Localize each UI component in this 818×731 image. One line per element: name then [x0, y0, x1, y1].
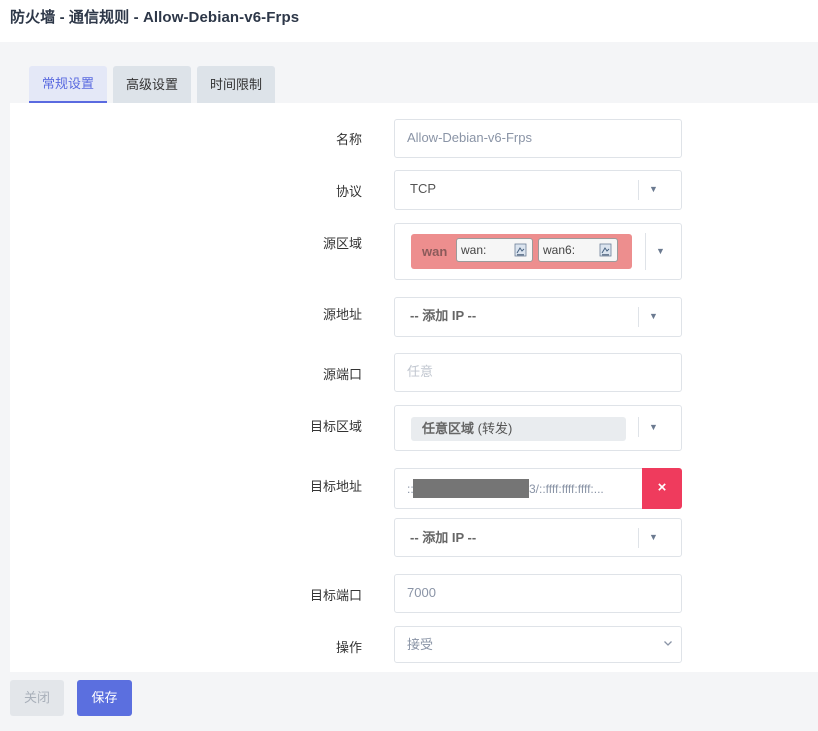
name-input-value: Allow-Debian-v6-Frps: [407, 130, 532, 145]
name-label: 名称: [335, 132, 362, 147]
dest-zone-label: 目标区域: [309, 419, 362, 434]
dest-zone-select[interactable]: 任意区域 (转发) ▼: [394, 405, 682, 451]
chevron-down-icon[interactable]: ▼: [656, 246, 665, 256]
save-button[interactable]: 保存: [77, 680, 132, 716]
zone-chip-name: wan: [422, 244, 448, 259]
protocol-label: 协议: [335, 184, 362, 199]
page-header: 防火墙 - 通信规则 - Allow-Debian-v6-Frps: [0, 0, 818, 42]
src-zone-divider: [645, 233, 646, 270]
dest-addr-add-select[interactable]: -- 添加 IP -- ▼: [394, 518, 682, 557]
network-port-icon: [599, 243, 612, 257]
tab-time-restrictions[interactable]: 时间限制: [197, 66, 276, 103]
protocol-divider: [638, 180, 639, 200]
device-badge-wan6: wan6:: [538, 238, 618, 262]
chevron-down-icon[interactable]: ▼: [649, 532, 658, 542]
dest-port-value: 7000: [407, 585, 436, 600]
device-badge-wan: wan:: [456, 238, 533, 262]
dest-zone-divider: [638, 417, 639, 437]
src-addr-select[interactable]: -- 添加 IP -- ▼: [394, 297, 682, 337]
network-port-icon: [514, 243, 527, 257]
src-addr-label: 源地址: [322, 307, 362, 322]
redaction-bar: [413, 479, 529, 498]
dest-addr-entry[interactable]: :: 3/::ffff:ffff:ffff:...: [394, 468, 643, 509]
chevron-down-icon[interactable]: ▼: [649, 422, 658, 432]
src-port-label: 源端口: [322, 367, 362, 382]
close-button[interactable]: 关闭: [10, 680, 64, 716]
tab-bar: 常规设置 高级设置 时间限制: [29, 66, 281, 103]
protocol-select[interactable]: TCP ▼: [394, 170, 682, 210]
zone-chip-wan: wan wan: wan6:: [411, 234, 632, 269]
src-addr-divider: [638, 307, 639, 327]
chevron-down-icon[interactable]: ▼: [649, 311, 658, 321]
dest-port-input[interactable]: 7000: [394, 574, 682, 613]
remove-address-button[interactable]: ×: [642, 468, 682, 509]
src-port-input[interactable]: 任意: [394, 353, 682, 392]
dest-zone-chip: 任意区域 (转发): [411, 417, 626, 441]
dest-zone-suffix: (转发): [477, 421, 513, 436]
dest-port-label: 目标端口: [309, 588, 362, 603]
src-port-placeholder: 任意: [407, 364, 434, 379]
page-title: 防火墙 - 通信规则 - Allow-Debian-v6-Frps: [10, 9, 300, 26]
src-zone-select[interactable]: wan wan: wan6: ▼: [394, 223, 682, 280]
tab-advanced-settings[interactable]: 高级设置: [113, 66, 192, 103]
action-select[interactable]: 接受: [394, 626, 682, 663]
name-input[interactable]: Allow-Debian-v6-Frps: [394, 119, 682, 158]
action-label: 操作: [335, 640, 362, 655]
dest-addr-add-divider: [638, 528, 639, 548]
device-badge-label: wan:: [461, 243, 487, 257]
src-zone-label: 源区域: [322, 236, 362, 251]
device-badge-label: wan6:: [543, 243, 576, 257]
tab-general-settings[interactable]: 常规设置: [29, 66, 108, 103]
action-value: 接受: [407, 637, 434, 652]
dest-zone-name: 任意区域: [422, 421, 475, 436]
dest-addr-label: 目标地址: [309, 479, 362, 494]
dest-addr-suffix: 3/::ffff:ffff:ffff:...: [529, 482, 604, 496]
chevron-down-icon[interactable]: [663, 638, 673, 648]
chevron-down-icon[interactable]: ▼: [649, 184, 658, 194]
